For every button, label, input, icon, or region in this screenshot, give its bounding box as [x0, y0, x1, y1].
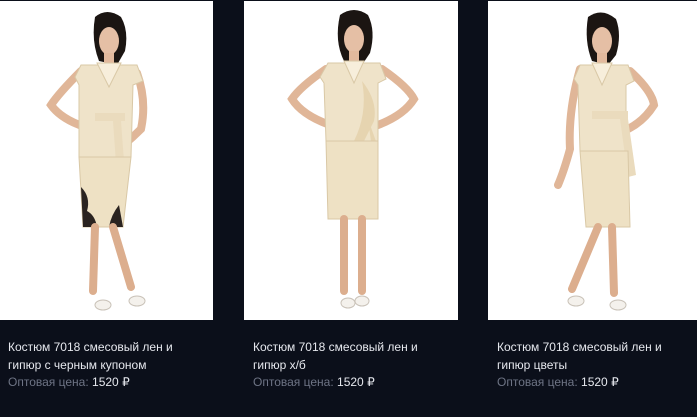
ruble-icon: ₽: [122, 375, 130, 389]
product-photo[interactable]: [0, 1, 213, 320]
price-value: 1520: [581, 375, 608, 389]
ruble-icon: ₽: [367, 375, 375, 389]
price-value: 1520: [92, 375, 119, 389]
price-value: 1520: [337, 375, 364, 389]
price-row: Оптовая цена: 1520 ₽: [253, 373, 375, 391]
product-card[interactable]: Костюм 7018 смесовый лен и гипюр цветы О…: [488, 0, 697, 417]
product-title[interactable]: Костюм 7018 смесовый лен и гипюр х/б: [253, 338, 453, 374]
product-card[interactable]: Костюм 7018 смесовый лен и гипюр х/б Опт…: [244, 0, 458, 417]
product-grid: Костюм 7018 смесовый лен и гипюр с черны…: [0, 0, 697, 417]
ruble-icon: ₽: [611, 375, 619, 389]
product-title[interactable]: Костюм 7018 смесовый лен и гипюр с черны…: [8, 338, 208, 374]
product-card[interactable]: Костюм 7018 смесовый лен и гипюр с черны…: [0, 0, 213, 417]
price-row: Оптовая цена: 1520 ₽: [8, 373, 130, 391]
product-photo[interactable]: [488, 1, 697, 320]
price-label: Оптовая цена:: [8, 375, 89, 389]
product-title[interactable]: Костюм 7018 смесовый лен и гипюр цветы: [497, 338, 697, 374]
price-label: Оптовая цена:: [497, 375, 578, 389]
price-label: Оптовая цена:: [253, 375, 334, 389]
price-row: Оптовая цена: 1520 ₽: [497, 373, 619, 391]
product-photo[interactable]: [244, 1, 458, 320]
